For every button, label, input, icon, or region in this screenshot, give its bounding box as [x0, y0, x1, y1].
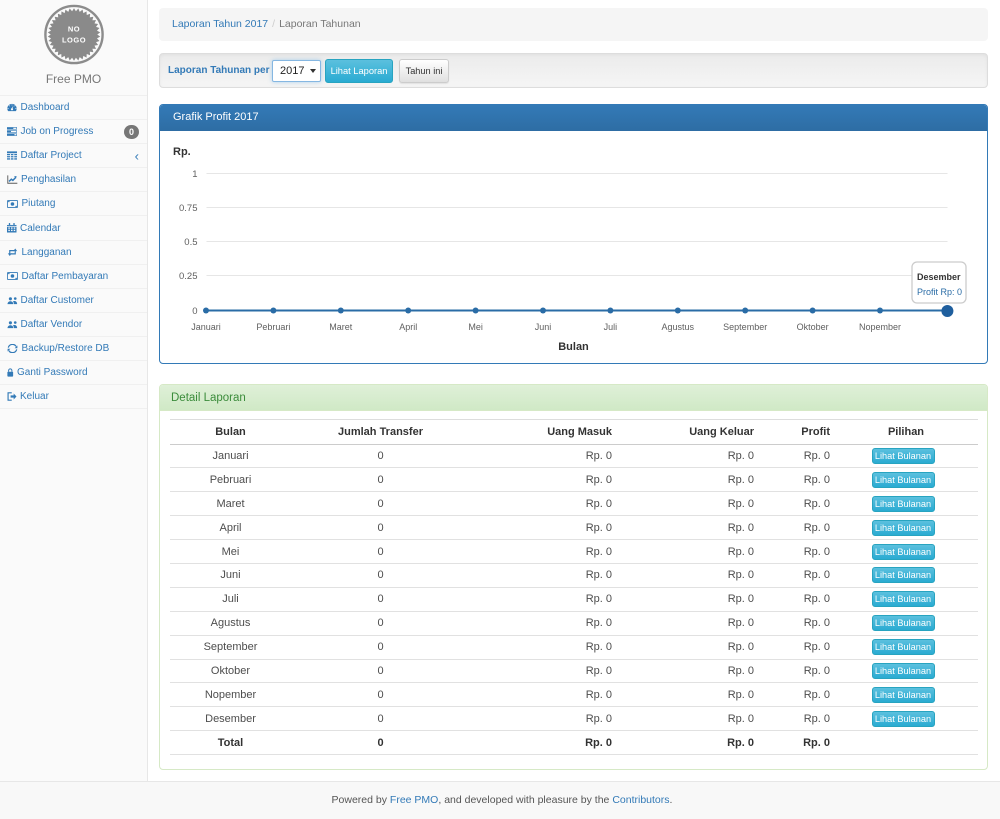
svg-text:Maret: Maret	[329, 322, 353, 332]
svg-text:NO: NO	[68, 25, 80, 34]
svg-text:September: September	[723, 322, 767, 332]
svg-text:Bulan: Bulan	[558, 341, 589, 353]
svg-text:Rp.: Rp.	[173, 146, 191, 158]
svg-text:Desember: Desember	[917, 272, 961, 282]
svg-text:0: 0	[192, 306, 197, 317]
svg-text:Nopember: Nopember	[859, 322, 901, 332]
svg-text:0.5: 0.5	[184, 237, 197, 248]
svg-text:Agustus: Agustus	[662, 322, 695, 332]
svg-text:Pebruari: Pebruari	[256, 322, 290, 332]
svg-text:Juni: Juni	[535, 322, 552, 332]
svg-text:LOGO: LOGO	[62, 36, 86, 45]
svg-text:April: April	[399, 322, 417, 332]
svg-text:0.25: 0.25	[179, 271, 198, 282]
svg-text:Januari: Januari	[191, 322, 221, 332]
svg-text:Profit Rp: 0: Profit Rp: 0	[917, 287, 962, 297]
svg-text:Oktober: Oktober	[797, 322, 829, 332]
svg-text:0.75: 0.75	[179, 203, 198, 214]
svg-text:Juli: Juli	[604, 322, 618, 332]
svg-text:Mei: Mei	[468, 322, 483, 332]
svg-text:1: 1	[192, 169, 197, 180]
